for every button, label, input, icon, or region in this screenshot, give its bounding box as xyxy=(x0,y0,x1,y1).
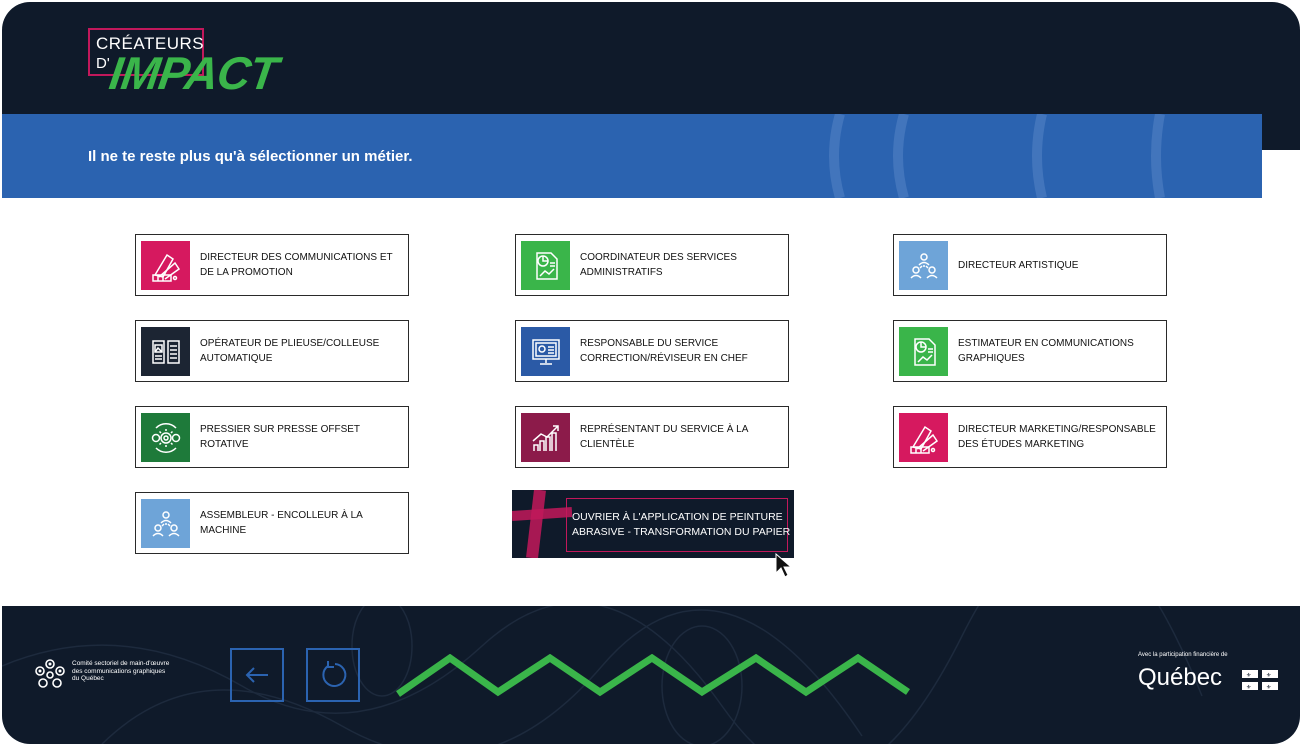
instruction-banner: Il ne te reste plus qu'à sélectionner un… xyxy=(2,114,1262,198)
logo-d-text: D' xyxy=(96,55,110,72)
open-book-icon xyxy=(141,327,190,376)
svg-text:⚜: ⚜ xyxy=(1266,672,1271,679)
job-card-assembleur-encolleur[interactable]: ASSEMBLEUR - ENCOLLEUR À LA MACHINE xyxy=(135,492,409,554)
quebec-wordmark: Québec xyxy=(1138,664,1223,691)
gears-icon xyxy=(141,413,190,462)
job-card-estimateur-communications[interactable]: ESTIMATEUR EN COMMUNICATIONS GRAPHIQUES xyxy=(893,320,1167,382)
green-zigzag-decoration xyxy=(396,654,910,697)
restart-icon xyxy=(322,661,347,687)
job-card-label: DIRECTEUR ARTISTIQUE xyxy=(958,259,1079,271)
createurs-impact-logo: CRÉATEURS D' IMPACT xyxy=(88,28,288,108)
job-card-responsable-correction[interactable]: RESPONSABLE DU SERVICE CORRECTION/RÉVISEU… xyxy=(515,320,789,382)
job-card-operateur-plieuse[interactable]: OPÉRATEUR DE PLIEUSE/COLLEUSE AUTOMATIQUE xyxy=(135,320,409,382)
logo-impact-text: IMPACT xyxy=(106,47,281,99)
job-card-label: ESTIMATEUR EN COMMUNICATIONS GRAPHIQUES xyxy=(958,338,1134,364)
restart-button[interactable] xyxy=(306,648,360,702)
footer-bar: Comité sectoriel de main-d'œuvre des com… xyxy=(2,606,1300,744)
job-card-directeur-artistique[interactable]: DIRECTEUR ARTISTIQUE xyxy=(893,234,1167,296)
document-chart-icon xyxy=(899,327,948,376)
csmo-logo-icon xyxy=(35,659,65,688)
arrow-left-icon xyxy=(245,667,268,683)
growth-chart-icon xyxy=(521,413,570,462)
team-network-icon xyxy=(141,499,190,548)
job-card-label: REPRÉSENTANT DU SERVICE À LA CLIENTÈLE xyxy=(580,424,749,450)
job-card-label: OUVRIER À L'APPLICATION DE PEINTURE ABRA… xyxy=(572,511,791,538)
job-card-label: ASSEMBLEUR - ENCOLLEUR À LA MACHINE xyxy=(200,510,363,536)
quebec-flag-icon: ⚜ ⚜ ⚜ ⚜ xyxy=(1242,670,1278,690)
job-card-label: COORDINATEUR DES SERVICES ADMINISTRATIFS xyxy=(580,252,737,278)
svg-text:⚜: ⚜ xyxy=(1246,684,1251,690)
mouse-cursor-icon xyxy=(775,553,793,578)
job-card-label: DIRECTEUR MARKETING/RESPONSABLE DES ÉTUDE… xyxy=(958,424,1156,450)
job-card-coordinateur-services[interactable]: COORDINATEUR DES SERVICES ADMINISTRATIFS xyxy=(515,234,789,296)
team-network-icon xyxy=(899,241,948,290)
svg-text:⚜: ⚜ xyxy=(1246,672,1251,679)
banner-corner xyxy=(1262,114,1300,150)
svg-text:⚜: ⚜ xyxy=(1266,684,1271,690)
header-bar: CRÉATEURS D' IMPACT xyxy=(2,2,1300,114)
csmo-name: Comité sectoriel de main-d'œuvre des com… xyxy=(72,660,170,682)
app-frame: CRÉATEURS D' IMPACT Il ne te reste plus … xyxy=(2,2,1300,744)
job-card-label: DIRECTEUR DES COMMUNICATIONS ET DE LA PRO… xyxy=(200,252,393,278)
job-card-label: OPÉRATEUR DE PLIEUSE/COLLEUSE AUTOMATIQUE xyxy=(200,338,380,364)
job-card-directeur-marketing[interactable]: DIRECTEUR MARKETING/RESPONSABLE DES ÉTUDE… xyxy=(893,406,1167,468)
quebec-participation-text: Avec la participation financière de xyxy=(1138,652,1228,658)
back-button[interactable] xyxy=(230,648,284,702)
color-swatches-icon xyxy=(899,413,948,462)
job-card-directeur-communications[interactable]: DIRECTEUR DES COMMUNICATIONS ET DE LA PRO… xyxy=(135,234,409,296)
job-card-representant-clientele[interactable]: REPRÉSENTANT DU SERVICE À LA CLIENTÈLE xyxy=(515,406,789,468)
monitor-settings-icon xyxy=(521,327,570,376)
document-chart-icon xyxy=(521,241,570,290)
job-card-pressier-offset[interactable]: PRESSIER SUR PRESSE OFFSET ROTATIVE xyxy=(135,406,409,468)
color-swatches-icon xyxy=(141,241,190,290)
job-card-label: PRESSIER SUR PRESSE OFFSET ROTATIVE xyxy=(200,424,360,450)
brush-stroke-decoration xyxy=(512,490,572,558)
job-card-ouvrier-peinture-selected[interactable]: OUVRIER À L'APPLICATION DE PEINTURE ABRA… xyxy=(512,490,794,558)
page-title: Il ne te reste plus qu'à sélectionner un… xyxy=(88,148,413,165)
job-card-label: RESPONSABLE DU SERVICE CORRECTION/RÉVISEU… xyxy=(580,338,748,364)
